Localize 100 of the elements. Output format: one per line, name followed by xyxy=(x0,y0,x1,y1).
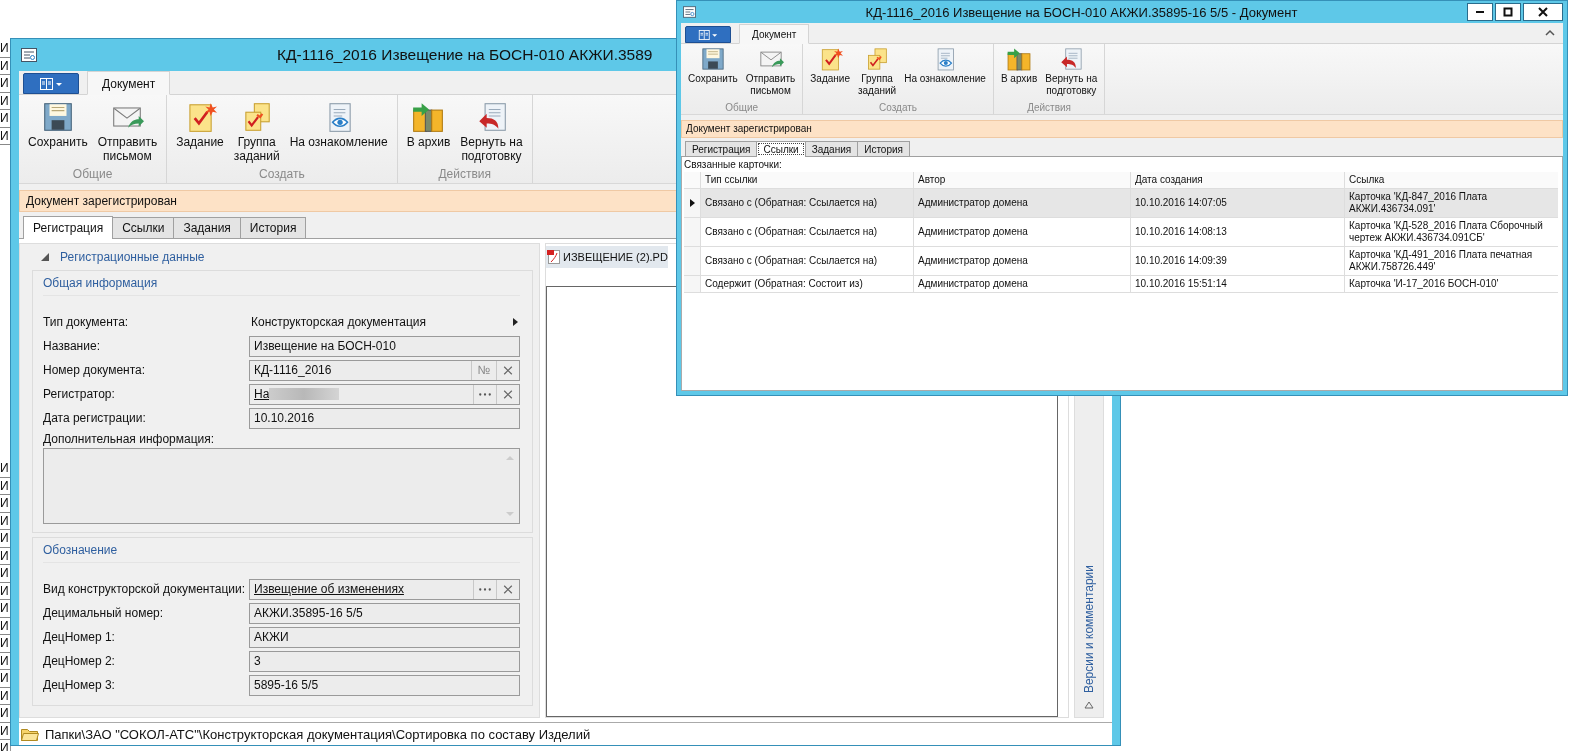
row-pointer-icon xyxy=(689,199,695,207)
close-button[interactable] xyxy=(1523,3,1563,21)
input-field[interactable]: Извещение на БОСН-010 xyxy=(249,335,520,357)
tab[interactable]: История xyxy=(239,217,307,238)
input-field[interactable]: АКЖИ xyxy=(249,626,520,648)
ribbon-tab[interactable]: Документ xyxy=(739,24,810,44)
ribbon-button[interactable]: Отправить письмом xyxy=(92,98,163,167)
ribbon-button[interactable]: Вернуть на подготовку xyxy=(1041,45,1102,102)
folder-arrow-icon xyxy=(1006,46,1033,72)
window-title: КД-1116_2016 Извещение на БОСН-010 АКЖИ.35895-16 5/5 - Документ xyxy=(864,4,1299,20)
table-row[interactable]: Связано с (Обратная: Ссылается на) Администратор домена 10.10.2016 14:08:13 Карточка 'КД-528_2016 Плата Сборочный чертеж АКЖИ.436734.091СБ' xyxy=(684,218,1558,247)
application-menu-button[interactable] xyxy=(685,26,731,43)
file-tab[interactable]: ИЗВЕЩЕНИЕ (2).PD xyxy=(546,246,668,268)
ribbon-button[interactable]: Задание xyxy=(171,98,229,167)
ribbon-button[interactable]: В архив xyxy=(401,98,456,167)
application-menu-button[interactable] xyxy=(23,73,79,94)
field-label: ДецНомер 1: xyxy=(43,630,116,644)
ribbon-group-label: Действия xyxy=(438,167,491,181)
tab[interactable]: Ссылки xyxy=(112,217,175,238)
input-field[interactable]: 3 xyxy=(249,650,520,672)
field-label: Децимальный номер: xyxy=(43,606,165,620)
field-label: Тип документа: xyxy=(43,315,130,329)
ribbon-button[interactable]: Отправить письмом xyxy=(741,45,800,102)
choice-value[interactable]: Конструкторская документация xyxy=(251,315,427,329)
column-header[interactable]: Тип ссылки xyxy=(700,172,913,188)
status-notice: Документ зарегистрирован xyxy=(681,120,1563,138)
ribbon-tab[interactable]: Документ xyxy=(87,71,171,95)
input-field[interactable]: АКЖИ.35895-16 5/5 xyxy=(249,602,520,624)
expander-icon[interactable] xyxy=(40,252,50,262)
close-icon xyxy=(1538,7,1548,17)
field-label: Название: xyxy=(43,339,101,353)
field-label: Вид конструкторской документации: xyxy=(43,582,247,596)
table-cell: 10.10.2016 14:07:05 xyxy=(1130,189,1344,217)
ribbon-group-label: Создать xyxy=(259,167,305,181)
field-label: ДецНомер 3: xyxy=(43,678,116,692)
field-label: Регистратор: xyxy=(43,387,116,401)
ribbon-button[interactable]: Задание xyxy=(806,45,854,102)
field-label: Номер документа: xyxy=(43,363,147,377)
ribbon-button[interactable]: На ознакомление xyxy=(284,98,393,167)
tab[interactable]: Регистрация xyxy=(685,141,758,156)
ribbon-group-label: Общие xyxy=(725,102,759,113)
book-icon xyxy=(40,77,62,90)
table-cell: Карточка 'И-17_2016 БОСН-010' xyxy=(1344,276,1558,292)
ribbon-button[interactable]: Сохранить xyxy=(23,98,93,167)
window-icon xyxy=(683,6,696,18)
window-title: КД-1116_2016 Извещение на БОСН-010 АКЖИ.3589 xyxy=(277,46,653,64)
column-header[interactable]: Ссылка xyxy=(1344,172,1558,188)
input-field[interactable]: КД-1116_2016 № xyxy=(249,359,520,381)
table-cell: Администратор домена xyxy=(913,247,1130,275)
table-cell: Связано с (Обратная: Ссылается на) xyxy=(700,189,913,217)
ribbon-button[interactable]: На ознакомление xyxy=(900,45,990,102)
table-row[interactable]: Связано с (Обратная: Ссылается на) Администратор домена 10.10.2016 14:07:05 Карточка 'КД-847_2016 Плата АКЖИ.436734.091' xyxy=(684,189,1558,218)
maximize-icon xyxy=(1503,7,1513,17)
ribbon-button[interactable]: Группа заданий xyxy=(853,45,901,102)
tab[interactable]: Задания xyxy=(173,217,241,238)
input-field[interactable]: На xyxy=(249,383,520,405)
table-cell: Администратор домена xyxy=(913,189,1130,217)
ribbon-button[interactable]: Сохранить xyxy=(684,45,742,102)
column-header[interactable]: Дата создания xyxy=(1130,172,1344,188)
collapse-ribbon-icon[interactable] xyxy=(1545,29,1555,37)
table-row[interactable]: Содержит (Обратная: Состоит из) Администратор домена 10.10.2016 15:51:14 Карточка 'И-17_2016 БОСН-010' xyxy=(684,276,1558,293)
side-panel-tab[interactable]: Версии и комментарии xyxy=(1082,564,1096,693)
table-cell: Администратор домена xyxy=(913,276,1130,292)
field-label: Дата регистрации: xyxy=(43,411,147,425)
submenu-arrow-icon[interactable] xyxy=(513,318,518,326)
tab[interactable]: Регистрация xyxy=(23,216,114,239)
input-field[interactable]: 10.10.2016 xyxy=(249,407,520,429)
ribbon-group-label: Общие xyxy=(72,167,113,181)
folder-path: Папки\ЗАО "СОКОЛ-АТС"\Конструкторская документация\Сортировка по составу Изделий xyxy=(45,726,591,742)
maximize-button[interactable] xyxy=(1495,3,1521,21)
table-cell: Администратор домена xyxy=(913,218,1130,246)
field-label: Дополнительная информация: xyxy=(43,432,216,446)
input-field[interactable]: 5895-16 5/5 xyxy=(249,674,520,696)
table-cell: Содержит (Обратная: Состоит из) xyxy=(700,276,913,292)
ribbon-button[interactable]: Группа заданий xyxy=(228,98,285,167)
table-cell: Связано с (Обратная: Ссылается на) xyxy=(700,247,913,275)
table-cell: 10.10.2016 15:51:14 xyxy=(1130,276,1344,292)
table-cell: Карточка 'КД-528_2016 Плата Сборочный чертеж АКЖИ.436734.091СБ' xyxy=(1344,218,1558,246)
table-row[interactable]: Связано с (Обратная: Ссылается на) Администратор домена 10.10.2016 14:09:39 Карточка 'КД-491_2016 Плата печатная АКЖИ.758726.449' xyxy=(684,247,1558,276)
field-label: ДецНомер 2: xyxy=(43,654,116,668)
ribbon-button[interactable]: В архив xyxy=(996,45,1042,102)
table-caption: Связанные карточки: xyxy=(684,159,783,172)
tab[interactable]: Задания xyxy=(804,141,859,156)
ribbon-button[interactable]: Вернуть на подготовку xyxy=(455,98,528,167)
ribbon-group-label: Создать xyxy=(879,102,918,113)
group-title: Обозначение xyxy=(43,538,520,563)
table-cell: 10.10.2016 14:08:13 xyxy=(1130,218,1344,246)
tab[interactable]: Ссылки xyxy=(756,141,806,157)
column-header[interactable]: Автор xyxy=(913,172,1130,188)
table-cell: Карточка 'КД-847_2016 Плата АКЖИ.436734.091' xyxy=(1344,189,1558,217)
expand-up-icon[interactable] xyxy=(1084,701,1094,709)
table-cell: Карточка 'КД-491_2016 Плата печатная АКЖИ.758726.449' xyxy=(1344,247,1558,275)
minimize-icon xyxy=(1476,11,1484,13)
minimize-button[interactable] xyxy=(1467,3,1493,21)
table-cell: 10.10.2016 14:09:39 xyxy=(1130,247,1344,275)
book-icon xyxy=(698,29,718,40)
folder-icon xyxy=(21,727,39,741)
group-title: Общая информация xyxy=(43,271,520,296)
tab[interactable]: История xyxy=(857,141,910,156)
input-field[interactable]: Извещение об изменениях xyxy=(249,578,520,600)
